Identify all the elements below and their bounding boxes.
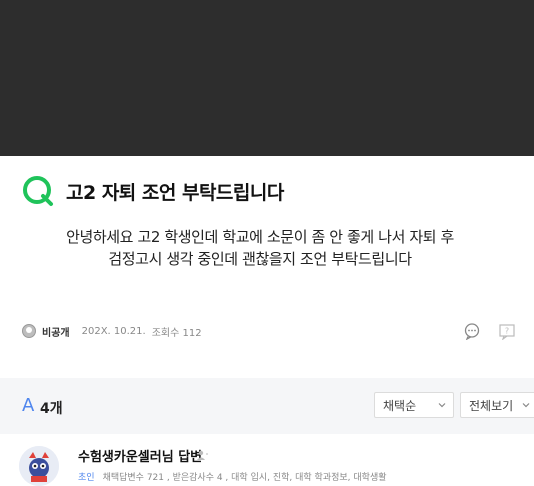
top-dark-banner — [0, 0, 534, 156]
question-body: 안녕하세요 고2 학생인데 학교에 소문이 좀 안 좋게 나서 자퇴 후 검정고… — [20, 226, 500, 270]
answerer-avatar[interactable] — [19, 446, 59, 486]
report-icon[interactable]: ? — [498, 322, 516, 340]
answerer-stats: 채택답변수 721 , 받은감사수 4 , 대학 입시, 진학, 대학 학과정보… — [102, 473, 387, 483]
question-views: 조회수 112 — [151, 327, 202, 339]
author-avatar-icon — [22, 324, 36, 338]
answerer-avatar-icon — [19, 446, 59, 486]
view-select-value: 전체보기 — [469, 398, 514, 413]
sort-select-value: 채택순 — [383, 398, 417, 413]
answerer-meta: 초인 채택답변수 721 , 받은감사수 4 , 대학 입시, 진학, 대학 학과… — [78, 470, 387, 483]
question-meta: 비공개 202X. 10.21. 조회수 112 — [22, 322, 202, 340]
question-title: 고2 자퇴 조언 부탁드립니다 — [66, 182, 284, 204]
view-filter-select[interactable]: 전체보기 — [460, 392, 534, 418]
chevron-down-icon — [522, 403, 530, 408]
question-date: 202X. 10.21. — [81, 325, 146, 337]
answer-count: 4개 — [40, 401, 63, 417]
sort-select[interactable]: 채택순 — [374, 392, 454, 418]
answer-a-icon: A — [22, 395, 35, 416]
answerer-name[interactable]: 수험생카운셀러님 답변 — [78, 446, 202, 465]
answerer-grade: 초인 — [78, 473, 95, 483]
question-body-line: 검정고시 생각 중인데 괜찮을지 조언 부탁드립니다 — [108, 250, 412, 268]
report-badge-text: ? — [505, 327, 509, 336]
user-icon — [197, 450, 208, 460]
question-body-line: 안녕하세요 고2 학생인데 학교에 소문이 좀 안 좋게 나서 자퇴 후 — [66, 228, 454, 246]
question-author[interactable]: 비공개 — [42, 324, 70, 339]
chevron-down-icon — [438, 403, 446, 408]
comment-icon[interactable] — [463, 322, 481, 340]
question-q-icon — [23, 176, 53, 206]
